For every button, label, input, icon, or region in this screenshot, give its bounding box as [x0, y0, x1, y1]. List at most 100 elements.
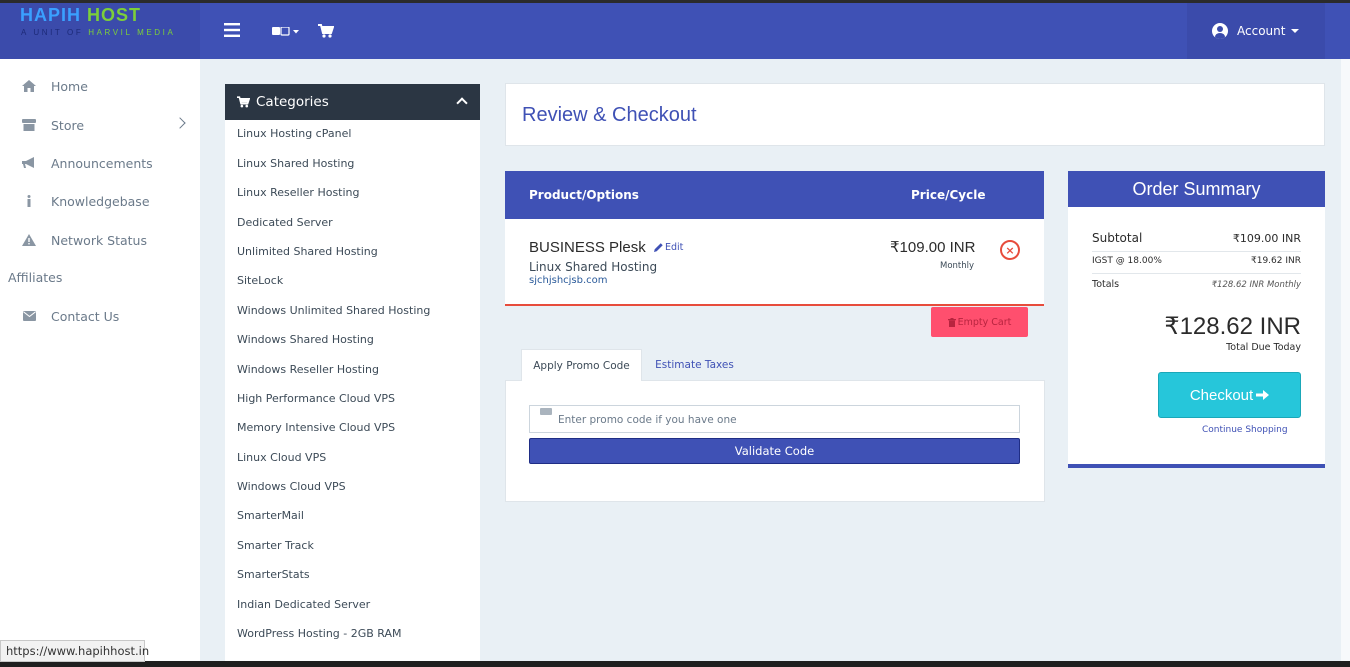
logo[interactable]: HAPIH HOST A UNIT OF HARVIL MEDIA — [0, 3, 200, 59]
subtotal-row: Subtotal ₹109.00 INR — [1092, 231, 1301, 245]
sidebar-item-store[interactable]: Store — [0, 110, 200, 140]
sidebar-item-label: Network Status — [51, 232, 147, 248]
category-link[interactable]: WordPress Hosting - 2GB RAM — [237, 627, 402, 640]
chevron-up-icon[interactable] — [456, 97, 468, 109]
promo-code-field[interactable] — [529, 405, 1020, 433]
cart-item-row: BUSINESS Plesk Edit Linux Shared Hosting… — [505, 219, 1044, 306]
product-domain: sjchjshcjsb.com — [529, 275, 608, 286]
order-summary: Order Summary Subtotal ₹109.00 INR IGST … — [1068, 171, 1325, 468]
hamburger-menu-icon[interactable] — [224, 23, 240, 37]
sidebar-item-label: Store — [51, 117, 85, 133]
remove-item-button[interactable]: × — [1000, 240, 1020, 260]
cart-icon — [237, 96, 250, 108]
pencil-icon — [654, 243, 663, 252]
category-link[interactable]: Linux Cloud VPS — [237, 451, 326, 464]
scrollbar-track[interactable] — [1341, 59, 1350, 661]
status-bar-url: https://www.hapihhost.in — [0, 640, 149, 662]
sidebar: Home Store Announcements Knowledgebase N… — [0, 59, 200, 667]
page-header-card: Review & Checkout — [505, 83, 1325, 146]
sidebar-item-home[interactable]: Home — [0, 71, 200, 101]
category-link[interactable]: Windows Unlimited Shared Hosting — [237, 304, 430, 317]
sidebar-item-network-status[interactable]: Network Status — [0, 225, 200, 255]
category-link[interactable]: Linux Reseller Hosting — [237, 186, 360, 199]
checkout-label: Checkout — [1189, 386, 1254, 404]
sidebar-item-contact-us[interactable]: Contact Us — [0, 301, 200, 331]
edit-link[interactable]: Edit — [654, 242, 683, 253]
logo-subtitle-part2: HARVIL MEDIA — [88, 28, 176, 37]
chevron-right-icon — [174, 117, 186, 129]
product-group: Linux Shared Hosting — [529, 260, 658, 274]
totals-label: Totals — [1092, 279, 1120, 290]
empty-cart-label: Empty Cart — [957, 316, 1012, 328]
arrow-right-icon — [1256, 390, 1270, 400]
tax-label: IGST @ 18.00% — [1092, 256, 1162, 266]
subtotal-label: Subtotal — [1092, 231, 1143, 245]
category-link[interactable]: Unlimited Shared Hosting — [237, 245, 378, 258]
taskbar — [0, 661, 1350, 667]
category-link[interactable]: Linux Hosting cPanel — [237, 127, 351, 140]
totals-value: ₹128.62 INR Monthly — [1211, 279, 1301, 290]
category-link[interactable]: Windows Cloud VPS — [237, 480, 346, 493]
warning-icon — [20, 234, 38, 246]
envelope-icon — [20, 311, 38, 321]
sidebar-section-affiliates[interactable]: Affiliates — [8, 270, 62, 285]
column-header-product: Product/Options — [529, 188, 639, 202]
logo-title-part2: HOST — [87, 5, 142, 25]
category-link[interactable]: SmarterMail — [237, 509, 304, 522]
info-icon — [20, 195, 38, 207]
megaphone-icon — [20, 157, 38, 169]
top-navbar: HAPIH HOST A UNIT OF HARVIL MEDIA Accoun… — [0, 0, 1350, 59]
tab-estimate-taxes[interactable]: Estimate Taxes — [642, 349, 747, 381]
language-icon[interactable] — [272, 27, 300, 36]
category-link[interactable]: SiteLock — [237, 274, 283, 287]
order-summary-title: Order Summary — [1068, 171, 1325, 207]
subtotal-value: ₹109.00 INR — [1232, 231, 1301, 245]
category-link[interactable]: Windows Reseller Hosting — [237, 363, 379, 376]
item-price: ₹109.00 INR — [890, 239, 976, 256]
summary-divider — [1092, 251, 1301, 252]
logo-subtitle: A UNIT OF HARVIL MEDIA — [21, 28, 175, 37]
cart-icon[interactable] — [318, 24, 334, 38]
close-icon: × — [1005, 243, 1015, 257]
validate-code-button[interactable]: Validate Code — [529, 438, 1020, 464]
empty-cart-button[interactable]: Empty Cart — [931, 307, 1028, 337]
page-title: Review & Checkout — [522, 104, 697, 126]
categories-panel: Categories Linux Hosting cPanel Linux Sh… — [225, 84, 480, 667]
sidebar-item-knowledgebase[interactable]: Knowledgebase — [0, 186, 200, 216]
continue-shopping-link[interactable]: Continue Shopping — [1202, 425, 1288, 435]
tab-apply-promo-code[interactable]: Apply Promo Code — [521, 349, 642, 381]
totals-row: Totals ₹128.62 INR Monthly — [1092, 279, 1301, 290]
promo-code-input[interactable] — [558, 410, 998, 430]
sidebar-item-label: Announcements — [51, 155, 153, 171]
home-icon — [20, 80, 38, 92]
store-icon — [20, 119, 38, 131]
categories-title: Categories — [256, 94, 329, 110]
category-link[interactable]: Windows Shared Hosting — [237, 333, 374, 346]
categories-header[interactable]: Categories — [225, 84, 480, 120]
total-due-amount: ₹128.62 INR — [1164, 313, 1301, 340]
logo-subtitle-part1: A UNIT OF — [21, 28, 89, 37]
column-header-price: Price/Cycle — [911, 188, 986, 202]
product-name: BUSINESS Plesk — [529, 239, 646, 256]
account-label: Account — [1237, 24, 1286, 38]
cart-table-header: Product/Options Price/Cycle — [505, 171, 1044, 219]
total-due-label: Total Due Today — [1226, 342, 1301, 353]
logo-title: HAPIH HOST — [20, 5, 141, 26]
sidebar-item-announcements[interactable]: Announcements — [0, 148, 200, 178]
account-menu[interactable]: Account — [1187, 3, 1325, 59]
category-link[interactable]: Indian Dedicated Server — [237, 598, 370, 611]
category-link[interactable]: Linux Shared Hosting — [237, 157, 354, 170]
category-link[interactable]: High Performance Cloud VPS — [237, 392, 395, 405]
checkout-button[interactable]: Checkout — [1158, 372, 1301, 418]
category-link[interactable]: SmarterStats — [237, 568, 310, 581]
user-avatar-icon — [1212, 23, 1228, 39]
sidebar-item-label: Home — [51, 78, 88, 94]
cart-table: Product/Options Price/Cycle BUSINESS Ple… — [505, 171, 1044, 306]
edit-label: Edit — [665, 242, 684, 253]
category-link[interactable]: Memory Intensive Cloud VPS — [237, 421, 395, 434]
billing-cycle: Monthly — [940, 261, 975, 271]
tax-value: ₹19.62 INR — [1251, 256, 1301, 266]
category-link[interactable]: Dedicated Server — [237, 216, 333, 229]
category-link[interactable]: Smarter Track — [237, 539, 314, 552]
ticket-icon — [540, 408, 552, 415]
